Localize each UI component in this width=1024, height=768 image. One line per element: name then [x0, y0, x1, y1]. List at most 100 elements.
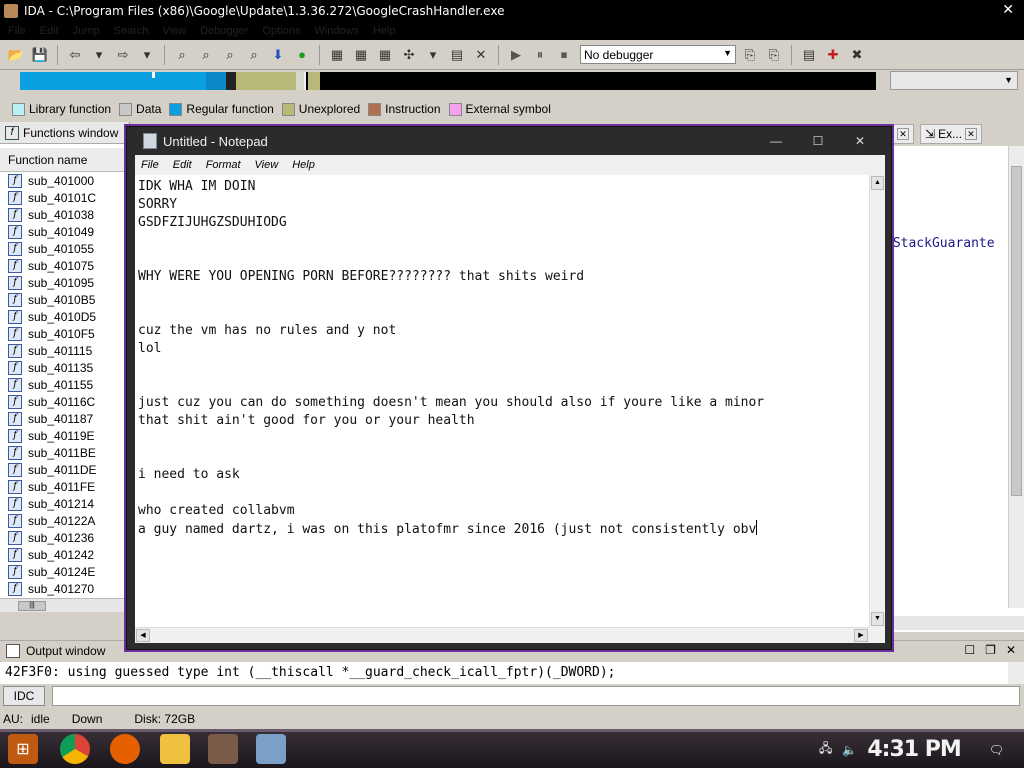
make-string-icon[interactable]: ▦ — [375, 45, 395, 65]
back-dropdown-icon[interactable]: ▾ — [89, 45, 109, 65]
function-list-item[interactable]: f sub_40116C — [0, 393, 129, 410]
scroll-up-icon[interactable]: ▲ — [871, 176, 884, 190]
make-code-icon[interactable]: ▦ — [327, 45, 347, 65]
dropdown-icon[interactable]: ▾ — [423, 45, 443, 65]
right-vscrollbar[interactable] — [1008, 146, 1024, 608]
menu-jump[interactable]: Jump — [73, 25, 100, 37]
notepad-menu-edit[interactable]: Edit — [173, 159, 192, 171]
search-binary-icon[interactable]: ⌕ — [172, 45, 192, 65]
size-grip[interactable] — [869, 627, 885, 643]
notepad-menu-help[interactable]: Help — [292, 159, 315, 171]
output-vscrollbar[interactable] — [1008, 662, 1024, 684]
breakpoints-icon[interactable]: ▤ — [799, 45, 819, 65]
function-list-item[interactable]: f sub_401049 — [0, 223, 129, 240]
close-icon[interactable]: ✕ — [897, 128, 909, 140]
forward-icon[interactable]: ⇨ — [113, 45, 133, 65]
function-list-item[interactable]: f sub_40124E — [0, 563, 129, 580]
close-icon[interactable]: ✕ — [1006, 643, 1016, 657]
scroll-left-icon[interactable]: ◀ — [136, 629, 150, 642]
function-list-item[interactable]: f sub_401095 — [0, 274, 129, 291]
functions-hscrollbar[interactable]: ||| — [0, 598, 130, 612]
search-immediate-icon[interactable]: ⌕ — [220, 45, 240, 65]
jump-down-icon[interactable]: ⬇ — [268, 45, 288, 65]
chrome-icon[interactable] — [60, 734, 90, 764]
function-list-item[interactable]: f sub_401187 — [0, 410, 129, 427]
notepad-menu-file[interactable]: File — [141, 159, 159, 171]
open-icon[interactable]: 📂 — [6, 45, 26, 65]
stop-process-icon[interactable]: ⏹ — [554, 45, 574, 65]
column-header-function-name[interactable]: Function name — [0, 148, 129, 172]
idc-command-input[interactable] — [52, 686, 1020, 706]
notepad-vscrollbar[interactable]: ▲ ▼ — [869, 175, 885, 627]
function-list-item[interactable]: f sub_4011BE — [0, 444, 129, 461]
function-list-item[interactable]: f sub_4011FE — [0, 478, 129, 495]
save-icon[interactable]: 💾 — [30, 45, 50, 65]
notepad-titlebar[interactable]: Untitled - Notepad — ☐ ✕ — [127, 127, 891, 155]
function-list-item[interactable]: f sub_40119E — [0, 427, 129, 444]
navigation-strip[interactable] — [20, 72, 876, 90]
function-list-item[interactable]: f sub_401038 — [0, 206, 129, 223]
menu-debugger[interactable]: Debugger — [200, 25, 248, 37]
function-list-item[interactable]: f sub_401214 — [0, 495, 129, 512]
function-list-item[interactable]: f sub_401115 — [0, 342, 129, 359]
menu-windows[interactable]: Windows — [314, 25, 359, 37]
tab-functions-window[interactable]: f Functions window — [0, 122, 129, 144]
function-list-item[interactable]: f sub_4010F5 — [0, 325, 129, 342]
undefine-icon[interactable]: ✕ — [471, 45, 491, 65]
idc-button[interactable]: IDC — [3, 686, 45, 706]
ida-taskbar-icon[interactable] — [208, 734, 238, 764]
restore-icon[interactable]: ❐ — [985, 643, 996, 657]
notepad-text-area[interactable]: IDK WHA IM DOIN SORRY GSDFZIJUHGZSDUHIODG W… — [135, 175, 869, 627]
function-list-item[interactable]: f sub_4011DE — [0, 461, 129, 478]
debugger-select[interactable]: No debugger ▼ — [580, 45, 736, 64]
firefox-icon[interactable] — [110, 734, 140, 764]
pause-process-icon[interactable]: ⏸ — [530, 45, 550, 65]
menu-view[interactable]: View — [162, 25, 186, 37]
function-list-item[interactable]: f sub_401242 — [0, 546, 129, 563]
make-array-icon[interactable]: ✣ — [399, 45, 419, 65]
menu-search[interactable]: Search — [114, 25, 149, 37]
close-icon[interactable]: ✕ — [839, 133, 881, 151]
add-breakpoint-icon[interactable]: ✚ — [823, 45, 843, 65]
notepad-hscrollbar[interactable]: ◀ ▶ — [135, 627, 869, 643]
notepad-menu-view[interactable]: View — [255, 159, 279, 171]
clock[interactable]: 4:31 PM — [867, 737, 961, 762]
start-process-icon[interactable]: ▶ — [506, 45, 526, 65]
search-text-icon[interactable]: ⌕ — [196, 45, 216, 65]
function-list-item[interactable]: f sub_40122A — [0, 512, 129, 529]
close-icon[interactable]: ✕ — [1002, 1, 1014, 18]
start-button-icon[interactable]: ⊞ — [8, 734, 38, 764]
search-next-icon[interactable]: ⌕ — [244, 45, 264, 65]
function-list-item[interactable]: f sub_401000 — [0, 172, 129, 189]
volume-icon[interactable]: 🔈 — [842, 743, 857, 757]
step-into-icon[interactable]: ⎘ — [740, 45, 760, 65]
maximize-icon[interactable]: ☐ — [797, 133, 839, 151]
function-list-item[interactable]: f sub_401055 — [0, 240, 129, 257]
scroll-thumb[interactable]: ||| — [18, 601, 46, 611]
function-list-item[interactable]: f sub_401075 — [0, 257, 129, 274]
tab-exports[interactable]: ⇲ Ex... ✕ — [920, 124, 983, 144]
right-hscrollbar[interactable] — [890, 616, 1024, 630]
forward-dropdown-icon[interactable]: ▾ — [137, 45, 157, 65]
notepad-menu-format[interactable]: Format — [206, 159, 241, 171]
file-explorer-icon[interactable] — [160, 734, 190, 764]
delete-breakpoint-icon[interactable]: ✖ — [847, 45, 867, 65]
minimize-icon[interactable]: — — [755, 133, 797, 151]
make-data-icon[interactable]: ▦ — [351, 45, 371, 65]
notification-icon[interactable]: 🗨 — [989, 743, 1004, 757]
scroll-right-icon[interactable]: ▶ — [854, 629, 868, 642]
function-list-item[interactable]: f sub_40101C — [0, 189, 129, 206]
function-list-item[interactable]: f sub_4010D5 — [0, 308, 129, 325]
tab-hidden[interactable]: ✕ — [892, 124, 914, 144]
run-to-cursor-icon[interactable]: ⎘ — [764, 45, 784, 65]
function-list-item[interactable]: f sub_401135 — [0, 359, 129, 376]
menu-options[interactable]: Options — [262, 25, 300, 37]
close-icon[interactable]: ✕ — [965, 128, 978, 140]
menu-edit[interactable]: Edit — [40, 25, 59, 37]
struct-icon[interactable]: ▤ — [447, 45, 467, 65]
nav-dropdown[interactable]: ▼ — [890, 71, 1018, 90]
function-list-item[interactable]: f sub_401236 — [0, 529, 129, 546]
network-icon[interactable]: 🖧 — [819, 739, 832, 760]
function-list-item[interactable]: f sub_4010B5 — [0, 291, 129, 308]
scroll-down-icon[interactable]: ▼ — [871, 612, 884, 626]
